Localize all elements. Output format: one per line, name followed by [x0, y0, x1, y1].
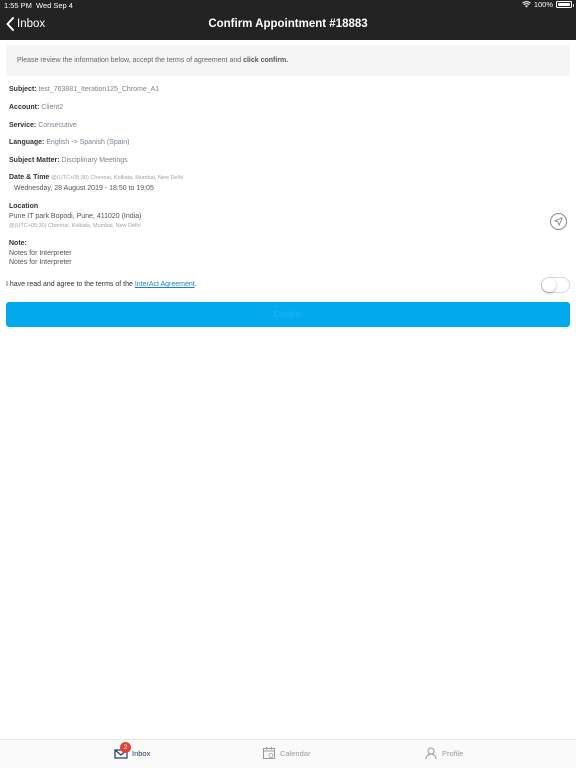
note-label-text: Note: [9, 240, 27, 247]
language-label: Language: [9, 139, 45, 146]
info-text: Please review the information below, acc… [17, 57, 244, 64]
inbox-badge: 2 [120, 742, 131, 753]
agreement-toggle[interactable] [541, 277, 570, 293]
nav-bar: Inbox Confirm Appointment #18883 [0, 11, 576, 40]
datetime-value: Wednesday, 28 August 2019 - 18:50 to 19:… [14, 185, 154, 192]
location-timezone: @(UTC+05:30) Chennai, Kolkata, Mumbai, N… [9, 223, 141, 229]
service-label: Service: [9, 122, 37, 129]
location-label: Location [9, 203, 38, 210]
subject-row: Subject: test_763881_Iteration125_Chrome… [9, 86, 159, 93]
info-emphasis: click confirm. [243, 57, 289, 64]
info-banner: Please review the information below, acc… [6, 45, 570, 76]
status-bar: 1:55 PM Wed Sep 4 100% [0, 0, 576, 11]
toggle-knob [542, 278, 556, 292]
tab-profile[interactable]: Profile [424, 746, 463, 760]
calendar-icon [263, 747, 275, 759]
tab-inbox-label: Inbox [132, 748, 151, 758]
directions-button[interactable] [550, 213, 567, 230]
service-value: Consecutive [38, 122, 77, 129]
language-row: Language: English -> Spanish (Spain) [9, 139, 129, 146]
battery-percent: 100% [533, 0, 553, 9]
navigation-arrow-icon [554, 217, 563, 226]
page-title: Confirm Appointment #18883 [208, 18, 368, 30]
datetime-label: Date & Time [9, 174, 50, 181]
location-label-text: Location [9, 203, 39, 210]
subject-value: test_763881_Iteration125_Chrome_A1 [38, 86, 160, 93]
tab-inbox[interactable]: 2 Inbox [114, 742, 151, 760]
note-label: Note: [9, 240, 27, 247]
note-line-2: Notes for Interpreter [9, 259, 72, 266]
service-row: Service: Consecutive [9, 122, 77, 129]
agreement-suffix: . [194, 281, 197, 288]
tab-bar: 2 Inbox Calendar Profile [0, 739, 576, 768]
status-time: 1:55 PM [4, 1, 32, 10]
language-value: English -> Spanish (Spain) [46, 139, 130, 146]
datetime-timezone: @(UTC+05:30) Chennai, Kolkata, Mumbai, N… [51, 175, 183, 181]
account-label: Account: [9, 104, 40, 111]
tab-profile-label: Profile [442, 748, 464, 758]
wifi-icon [521, 1, 531, 8]
status-right: 100% [521, 0, 574, 9]
location-address: Pune IT park Bopodi, Pune, 411020 (India… [9, 213, 142, 220]
tab-calendar[interactable]: Calendar [262, 746, 310, 760]
agreement-link[interactable]: InterAct Agreement [135, 281, 195, 288]
subject-matter-row: Subject Matter: Disciplinary Meetings [9, 157, 128, 164]
status-date: Wed Sep 4 [36, 1, 73, 10]
subject-label: Subject: [9, 86, 37, 93]
subject-matter-label: Subject Matter: [9, 157, 60, 164]
agreement-prefix: I have read and agree to the terms of th… [6, 281, 135, 288]
account-row: Account: Client2 [9, 104, 63, 111]
inbox-icon-wrap: 2 [114, 742, 131, 760]
battery-icon [556, 1, 574, 8]
datetime-row: Date & Time @(UTC+05:30) Chennai, Kolkat… [9, 174, 183, 181]
note-line-1: Notes for Interpreter [9, 250, 72, 257]
account-value: Client2 [41, 104, 64, 111]
user-icon [425, 747, 437, 760]
agreement-text: I have read and agree to the terms of th… [6, 281, 197, 288]
tab-calendar-label: Calendar [280, 748, 311, 758]
subject-matter-value: Disciplinary Meetings [61, 157, 128, 164]
confirm-button[interactable]: Confirm [6, 302, 570, 327]
